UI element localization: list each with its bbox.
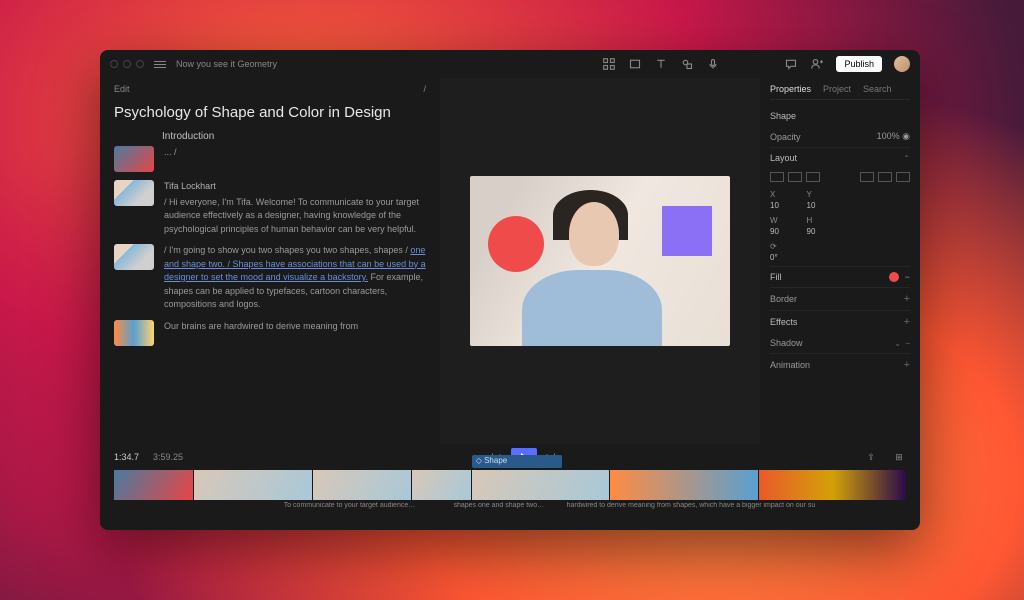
person-face bbox=[569, 202, 619, 266]
purple-square-shape[interactable] bbox=[662, 206, 712, 256]
script-block[interactable]: Tifa Lockhart / Hi everyone, I'm Tifa. W… bbox=[114, 180, 426, 236]
h-label: H bbox=[807, 216, 838, 225]
tab-search[interactable]: Search bbox=[863, 84, 892, 94]
document-title: Psychology of Shape and Color in Design bbox=[114, 104, 426, 121]
properties-panel: Properties Project Search Shape Opacity … bbox=[760, 78, 920, 444]
timeline-clip[interactable] bbox=[114, 470, 193, 500]
caption-text: shapes one and shape two… bbox=[453, 502, 566, 509]
project-title: Now you see it Geometry bbox=[176, 59, 277, 69]
fill-section: Fill bbox=[770, 272, 782, 282]
h-input[interactable] bbox=[807, 227, 838, 236]
align-controls bbox=[770, 168, 910, 186]
section-header: Introduction bbox=[162, 131, 426, 142]
menu-icon[interactable] bbox=[154, 61, 166, 68]
add-border-icon[interactable]: + bbox=[904, 293, 910, 305]
frame-icon[interactable] bbox=[628, 57, 642, 71]
user-avatar[interactable] bbox=[894, 56, 910, 72]
clip-thumbnail[interactable] bbox=[114, 320, 154, 346]
tab-project[interactable]: Project bbox=[823, 84, 851, 94]
export-icon[interactable]: ⇪ bbox=[864, 450, 878, 464]
traffic-lights[interactable] bbox=[110, 60, 144, 68]
zoom-icon[interactable] bbox=[136, 60, 144, 68]
person-shirt bbox=[522, 270, 662, 347]
timeline-clip[interactable] bbox=[759, 470, 906, 500]
text-icon[interactable] bbox=[654, 57, 668, 71]
visibility-icon[interactable]: ◉ bbox=[902, 131, 910, 141]
remove-icon[interactable]: − bbox=[905, 272, 910, 282]
comment-icon[interactable] bbox=[784, 57, 798, 71]
x-input[interactable] bbox=[770, 201, 801, 210]
caption-text: To communicate to your target audience… bbox=[284, 502, 454, 509]
timeline-clip[interactable]: ◇ Shape bbox=[472, 470, 610, 500]
timecode-total: 3:59.25 bbox=[153, 452, 183, 462]
script-block[interactable]: ... / bbox=[114, 146, 426, 172]
add-animation-icon[interactable]: + bbox=[904, 359, 910, 371]
timecode-current: 1:34.7 bbox=[114, 452, 139, 462]
opacity-value[interactable]: 100% bbox=[877, 131, 900, 141]
mic-icon[interactable] bbox=[706, 57, 720, 71]
add-effect-icon[interactable]: + bbox=[904, 316, 910, 328]
add-user-icon[interactable] bbox=[810, 57, 824, 71]
align-bottom-icon[interactable] bbox=[896, 172, 910, 182]
script-block[interactable]: Our brains are hardwired to derive meani… bbox=[114, 320, 426, 346]
opacity-label: Opacity bbox=[770, 132, 801, 142]
app-window: Now you see it Geometry Publish Edit / P… bbox=[100, 50, 920, 530]
chevron-down-icon[interactable]: ⌃ bbox=[903, 154, 910, 163]
grid-icon[interactable] bbox=[602, 57, 616, 71]
border-section: Border bbox=[770, 294, 797, 304]
align-right-icon[interactable] bbox=[806, 172, 820, 182]
transcript-text: Our brains are hardwired to derive meani… bbox=[164, 320, 358, 346]
minimize-icon[interactable] bbox=[123, 60, 131, 68]
script-panel: Edit / Psychology of Shape and Color in … bbox=[100, 78, 440, 444]
rotation-label: ⟳ bbox=[770, 242, 801, 251]
clip-thumbnail[interactable] bbox=[114, 180, 154, 206]
shape-section: Shape bbox=[770, 111, 796, 121]
align-center-icon[interactable] bbox=[788, 172, 802, 182]
caption-text: hardwired to derive meaning from shapes,… bbox=[567, 502, 906, 509]
y-label: Y bbox=[807, 190, 838, 199]
align-top-icon[interactable] bbox=[860, 172, 874, 182]
titlebar: Now you see it Geometry Publish bbox=[100, 50, 920, 78]
timeline-clip[interactable] bbox=[610, 470, 757, 500]
y-input[interactable] bbox=[807, 201, 838, 210]
x-label: X bbox=[770, 190, 801, 199]
align-middle-icon[interactable] bbox=[878, 172, 892, 182]
layout-section[interactable]: Layout bbox=[770, 153, 797, 163]
red-circle-shape[interactable] bbox=[488, 216, 544, 272]
timeline-clip[interactable] bbox=[313, 470, 411, 500]
shapes-icon[interactable] bbox=[680, 57, 694, 71]
tab-properties[interactable]: Properties bbox=[770, 84, 811, 94]
clip-thumbnail[interactable] bbox=[114, 146, 154, 172]
close-icon[interactable] bbox=[110, 60, 118, 68]
slash-command[interactable]: / bbox=[423, 84, 426, 94]
publish-button[interactable]: Publish bbox=[836, 56, 882, 72]
w-label: W bbox=[770, 216, 801, 225]
panel-tabs: Properties Project Search bbox=[770, 84, 910, 100]
align-left-icon[interactable] bbox=[770, 172, 784, 182]
animation-section: Animation bbox=[770, 360, 810, 370]
effects-section: Effects bbox=[770, 317, 797, 327]
settings-icon[interactable]: ⊞ bbox=[892, 450, 906, 464]
canvas-area[interactable] bbox=[440, 78, 760, 444]
timeline-clip[interactable] bbox=[412, 470, 471, 500]
video-canvas[interactable] bbox=[470, 176, 730, 346]
fill-swatch[interactable] bbox=[889, 272, 899, 282]
script-block[interactable]: / I'm going to show you two shapes you t… bbox=[114, 244, 426, 312]
edit-label[interactable]: Edit bbox=[114, 84, 130, 94]
w-input[interactable] bbox=[770, 227, 801, 236]
clip-thumbnail[interactable] bbox=[114, 244, 154, 270]
speaker-label: Tifa Lockhart bbox=[164, 180, 426, 194]
transcript-text: / Hi everyone, I'm Tifa. Welcome! To com… bbox=[164, 197, 419, 234]
timeline[interactable]: ◇ Shape To communicate to your target au… bbox=[100, 470, 920, 530]
timeline-clip[interactable] bbox=[194, 470, 312, 500]
transcript-text: / I'm going to show you two shapes you t… bbox=[164, 245, 410, 255]
chevron-icon[interactable]: ⌄ − bbox=[894, 339, 910, 348]
rotation-input[interactable] bbox=[770, 253, 801, 262]
ellipsis: ... / bbox=[164, 146, 177, 172]
shadow-label: Shadow bbox=[770, 338, 803, 348]
shape-overlay-label[interactable]: ◇ Shape bbox=[476, 456, 508, 465]
